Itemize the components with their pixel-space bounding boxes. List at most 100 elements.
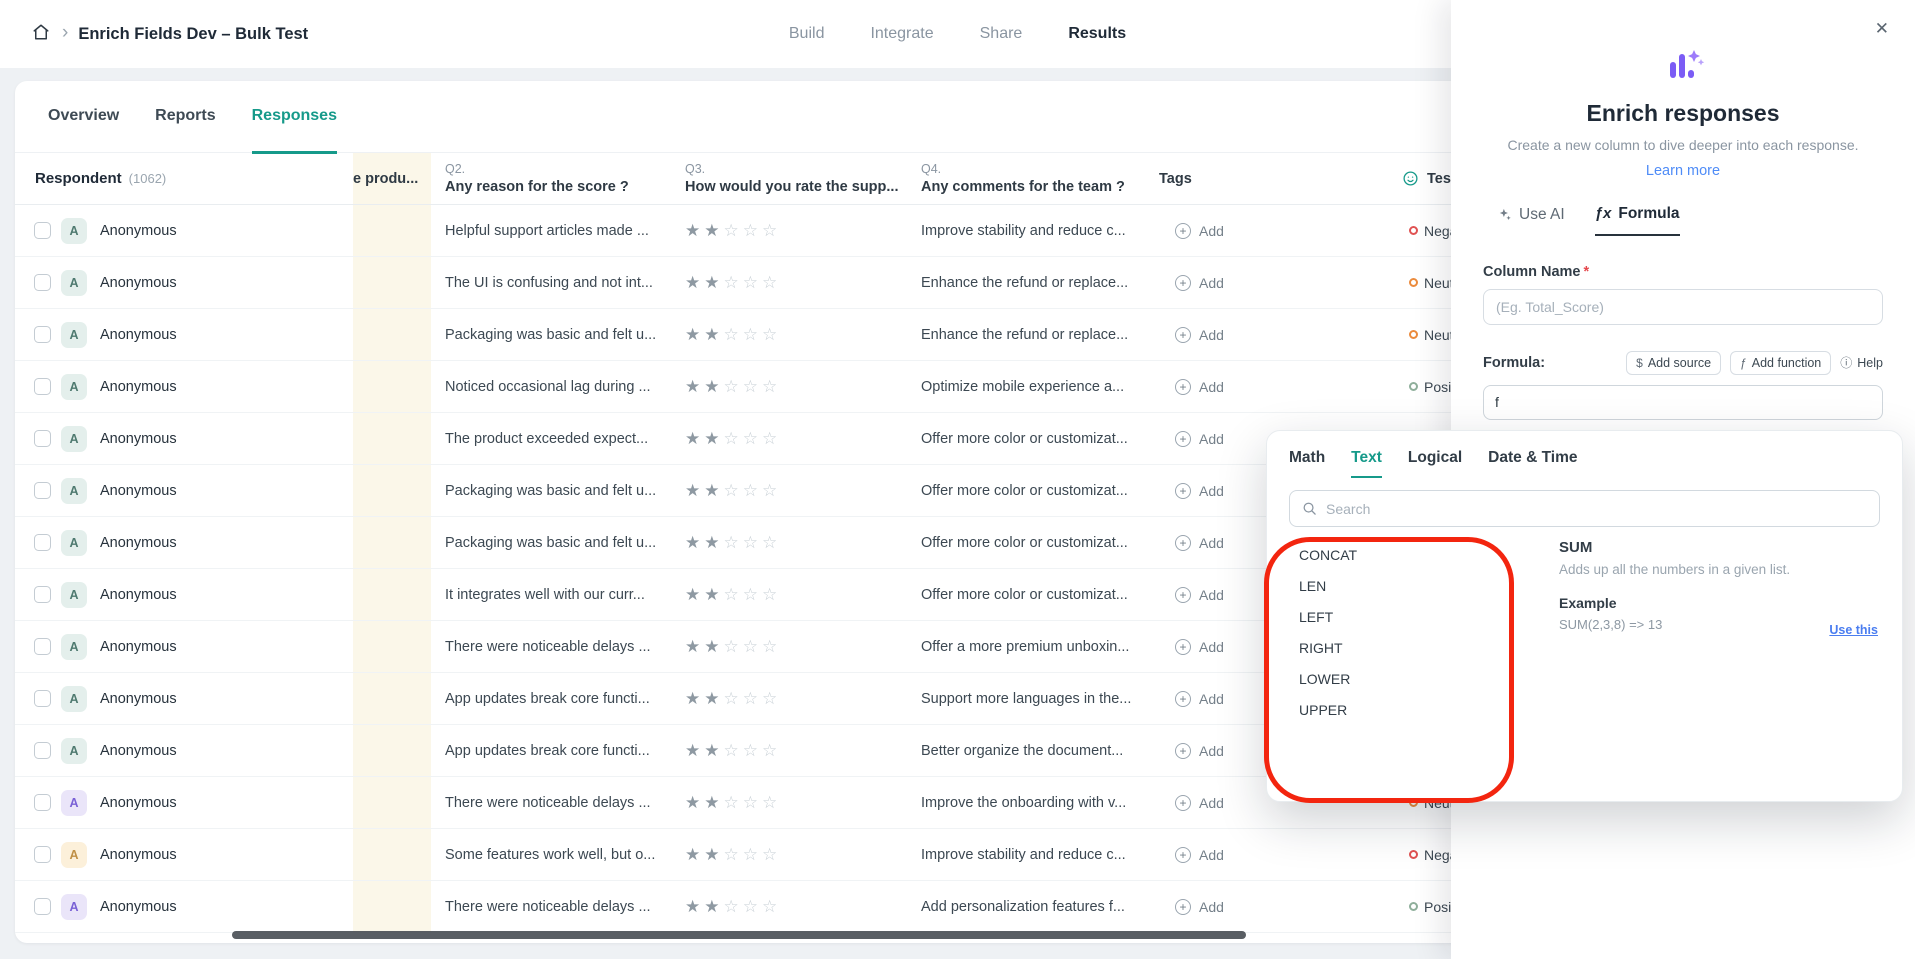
- function-item-right[interactable]: RIGHT: [1289, 632, 1539, 663]
- respondent-name[interactable]: Anonymous: [100, 795, 177, 811]
- home-button[interactable]: [26, 19, 56, 49]
- q2-cell[interactable]: It integrates well with our curr...: [431, 569, 673, 620]
- function-tab-date-time[interactable]: Date & Time: [1488, 449, 1577, 478]
- add-tag-button[interactable]: + Add: [1175, 535, 1224, 551]
- add-tag-button[interactable]: + Add: [1175, 899, 1224, 915]
- add-tag-button[interactable]: + Add: [1175, 431, 1224, 447]
- row-checkbox[interactable]: [34, 586, 51, 603]
- function-search[interactable]: [1289, 490, 1880, 527]
- q2-cell[interactable]: Some features work well, but o...: [431, 829, 673, 880]
- q4-cell[interactable]: Enhance the refund or replace...: [913, 257, 1149, 308]
- q4-cell[interactable]: Enhance the refund or replace...: [913, 309, 1149, 360]
- formula-input[interactable]: f: [1483, 385, 1883, 420]
- add-tag-button[interactable]: + Add: [1175, 743, 1224, 759]
- respondent-column-header[interactable]: Respondent (1062): [15, 153, 353, 204]
- respondent-name[interactable]: Anonymous: [100, 847, 177, 863]
- row-checkbox[interactable]: [34, 846, 51, 863]
- add-tag-button[interactable]: + Add: [1175, 223, 1224, 239]
- function-tab-math[interactable]: Math: [1289, 449, 1325, 478]
- q1-column-header[interactable]: e produ...: [353, 153, 431, 204]
- tab-overview[interactable]: Overview: [48, 107, 119, 152]
- q2-cell[interactable]: Noticed occasional lag during ...: [431, 361, 673, 412]
- q2-cell[interactable]: The UI is confusing and not int...: [431, 257, 673, 308]
- row-checkbox[interactable]: [34, 378, 51, 395]
- add-tag-button[interactable]: + Add: [1175, 275, 1224, 291]
- q3-column-header[interactable]: Q3. How would you rate the supp...: [673, 153, 913, 204]
- add-source-button[interactable]: $ Add source: [1626, 351, 1721, 375]
- respondent-name[interactable]: Anonymous: [100, 379, 177, 395]
- q4-cell[interactable]: Improve stability and reduce c...: [913, 205, 1149, 256]
- row-checkbox[interactable]: [34, 690, 51, 707]
- tab-formula[interactable]: ƒx Formula: [1595, 205, 1680, 236]
- nav-build[interactable]: Build: [789, 25, 825, 43]
- tab-reports[interactable]: Reports: [155, 107, 215, 152]
- respondent-name[interactable]: Anonymous: [100, 899, 177, 915]
- q2-cell[interactable]: Packaging was basic and felt u...: [431, 517, 673, 568]
- respondent-name[interactable]: Anonymous: [100, 691, 177, 707]
- row-checkbox[interactable]: [34, 534, 51, 551]
- column-name-input[interactable]: [1483, 289, 1883, 325]
- q2-cell[interactable]: App updates break core functi...: [431, 725, 673, 776]
- function-item-upper[interactable]: UPPER: [1289, 694, 1539, 725]
- respondent-name[interactable]: Anonymous: [100, 639, 177, 655]
- q2-cell[interactable]: Packaging was basic and felt u...: [431, 465, 673, 516]
- q2-cell[interactable]: There were noticeable delays ...: [431, 621, 673, 672]
- respondent-name[interactable]: Anonymous: [100, 535, 177, 551]
- function-tab-logical[interactable]: Logical: [1408, 449, 1462, 478]
- q2-cell[interactable]: There were noticeable delays ...: [431, 881, 673, 932]
- function-tab-text[interactable]: Text: [1351, 449, 1382, 478]
- q4-cell[interactable]: Offer more color or customizat...: [913, 413, 1149, 464]
- respondent-name[interactable]: Anonymous: [100, 587, 177, 603]
- row-checkbox[interactable]: [34, 326, 51, 343]
- q2-cell[interactable]: Packaging was basic and felt u...: [431, 309, 673, 360]
- function-item-left[interactable]: LEFT: [1289, 601, 1539, 632]
- q4-cell[interactable]: Add personalization features f...: [913, 881, 1149, 932]
- nav-integrate[interactable]: Integrate: [870, 25, 933, 43]
- add-tag-button[interactable]: + Add: [1175, 483, 1224, 499]
- respondent-name[interactable]: Anonymous: [100, 223, 177, 239]
- row-checkbox[interactable]: [34, 222, 51, 239]
- add-tag-button[interactable]: + Add: [1175, 639, 1224, 655]
- row-checkbox[interactable]: [34, 794, 51, 811]
- row-checkbox[interactable]: [34, 742, 51, 759]
- add-tag-button[interactable]: + Add: [1175, 327, 1224, 343]
- tab-use-ai[interactable]: Use AI: [1497, 205, 1565, 236]
- row-checkbox[interactable]: [34, 430, 51, 447]
- q4-cell[interactable]: Better organize the document...: [913, 725, 1149, 776]
- q4-cell[interactable]: Optimize mobile experience a...: [913, 361, 1149, 412]
- row-checkbox[interactable]: [34, 898, 51, 915]
- q2-cell[interactable]: Helpful support articles made ...: [431, 205, 673, 256]
- q4-cell[interactable]: Offer more color or customizat...: [913, 517, 1149, 568]
- function-item-concat[interactable]: CONCAT: [1289, 539, 1539, 570]
- nav-share[interactable]: Share: [980, 25, 1023, 43]
- add-function-button[interactable]: ƒ Add function: [1730, 351, 1831, 375]
- q4-cell[interactable]: Improve stability and reduce c...: [913, 829, 1149, 880]
- function-item-len[interactable]: LEN: [1289, 570, 1539, 601]
- add-tag-button[interactable]: + Add: [1175, 587, 1224, 603]
- q4-column-header[interactable]: Q4. Any comments for the team ?: [913, 153, 1149, 204]
- q2-cell[interactable]: App updates break core functi...: [431, 673, 673, 724]
- tab-responses[interactable]: Responses: [252, 107, 337, 154]
- row-checkbox[interactable]: [34, 482, 51, 499]
- q4-cell[interactable]: Offer more color or customizat...: [913, 465, 1149, 516]
- q4-cell[interactable]: Offer more color or customizat...: [913, 569, 1149, 620]
- q2-column-header[interactable]: Q2. Any reason for the score ?: [431, 153, 673, 204]
- add-tag-button[interactable]: + Add: [1175, 691, 1224, 707]
- row-checkbox[interactable]: [34, 274, 51, 291]
- q2-cell[interactable]: The product exceeded expect...: [431, 413, 673, 464]
- respondent-name[interactable]: Anonymous: [100, 327, 177, 343]
- horizontal-scrollbar[interactable]: [232, 931, 1246, 939]
- nav-results[interactable]: Results: [1068, 25, 1126, 43]
- respondent-name[interactable]: Anonymous: [100, 431, 177, 447]
- add-tag-button[interactable]: + Add: [1175, 795, 1224, 811]
- close-icon[interactable]: ✕: [1875, 20, 1889, 37]
- q4-cell[interactable]: Improve the onboarding with v...: [913, 777, 1149, 828]
- learn-more-link[interactable]: Learn more: [1483, 163, 1883, 179]
- function-search-input[interactable]: [1326, 501, 1867, 517]
- q4-cell[interactable]: Offer a more premium unboxin...: [913, 621, 1149, 672]
- function-item-lower[interactable]: LOWER: [1289, 663, 1539, 694]
- q2-cell[interactable]: There were noticeable delays ...: [431, 777, 673, 828]
- respondent-name[interactable]: Anonymous: [100, 483, 177, 499]
- help-button[interactable]: ⓘ Help: [1840, 354, 1883, 371]
- add-tag-button[interactable]: + Add: [1175, 379, 1224, 395]
